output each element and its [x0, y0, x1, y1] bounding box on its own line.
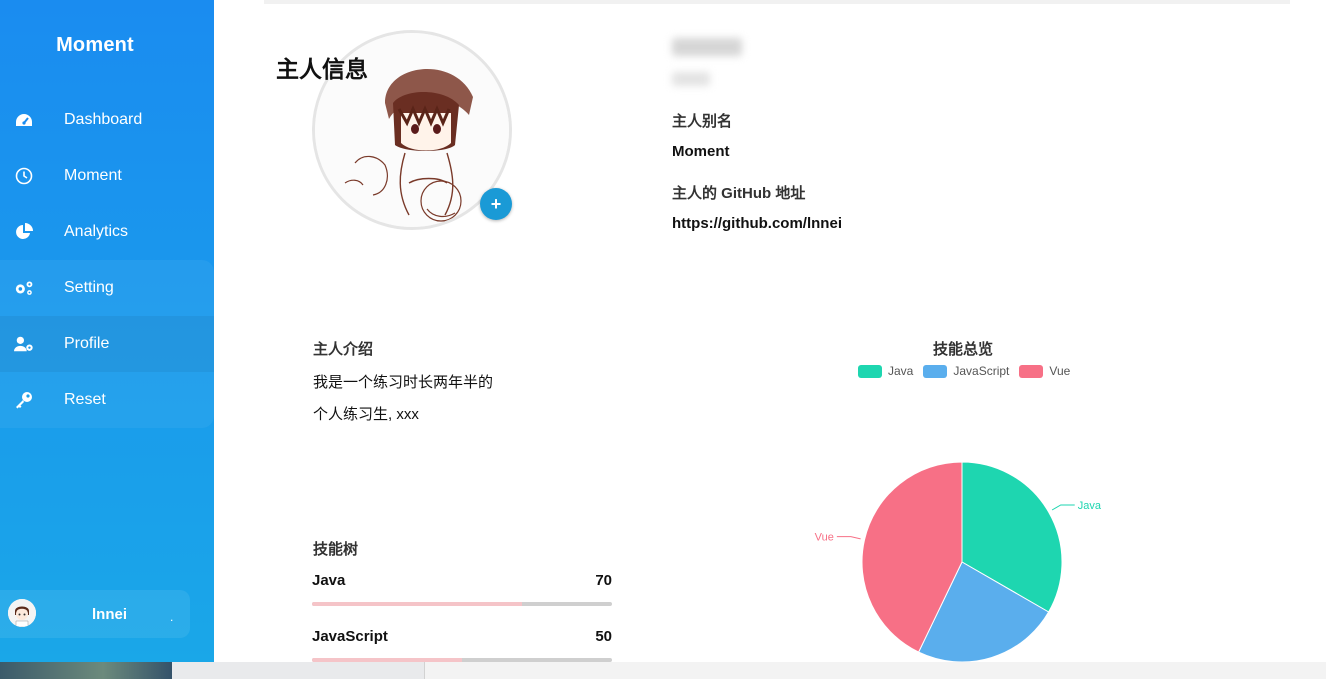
- intro-line: 我是一个练习时长两年半的: [313, 374, 494, 391]
- user-menu[interactable]: lnnei .: [0, 590, 190, 638]
- legend-label: Java: [888, 364, 914, 378]
- avatar: [8, 599, 36, 627]
- intro-line: 个人练习生, xxx: [313, 406, 419, 423]
- clock-icon: [14, 166, 34, 186]
- legend-swatch: [923, 364, 948, 378]
- pie-chart-icon: [14, 222, 34, 242]
- page-title: 主人信息: [276, 56, 368, 82]
- legend-label: Vue: [1049, 364, 1071, 378]
- pie-label: Vue: [815, 532, 834, 544]
- sidebar-item-label: Moment: [64, 167, 122, 184]
- sidebar-item-setting[interactable]: Setting: [0, 260, 214, 316]
- github-link[interactable]: https://github.com/lnnei: [672, 215, 842, 232]
- sidebar-item-label: Setting: [64, 279, 114, 296]
- skill-value: 50: [595, 628, 612, 645]
- alias-label: 主人别名: [672, 113, 733, 130]
- legend-swatch: [1019, 364, 1044, 378]
- sidebar-item-label: Analytics: [64, 223, 129, 240]
- sidebar-item-label: Reset: [64, 391, 106, 408]
- dashboard-gauge-icon: [14, 110, 34, 130]
- pie-label: Java: [1078, 500, 1102, 512]
- window-strip: [424, 662, 1326, 679]
- blurred-subtitle: [672, 72, 710, 86]
- pie-label-line: [836, 536, 861, 540]
- pie-chart: Java Vue: [815, 461, 1102, 662]
- gears-icon: [14, 278, 34, 298]
- skill-progress-track: [312, 602, 612, 606]
- skill-name: Java: [312, 572, 346, 589]
- intro-title: 主人介绍: [313, 341, 374, 358]
- chart-legend: Java JavaScript Vue: [858, 364, 1070, 378]
- thumbnail-image: [0, 662, 172, 679]
- header-divider: [264, 0, 1290, 4]
- skill-name: JavaScript: [312, 628, 388, 645]
- sidebar-item-label: Dashboard: [64, 111, 143, 128]
- bottom-strip: [0, 662, 1326, 679]
- skill-progress-fill: [312, 602, 522, 606]
- avatar-upload-button[interactable]: +: [480, 188, 512, 220]
- sidebar-item-label: Profile: [64, 335, 110, 352]
- sidebar-item-profile[interactable]: Profile: [0, 316, 214, 372]
- chart-title: 技能总览: [932, 341, 993, 358]
- user-gear-icon: [14, 334, 34, 354]
- brand-logo[interactable]: Moment: [0, 34, 190, 57]
- sidebar-item-reset[interactable]: Reset: [0, 372, 214, 428]
- blurred-name: [672, 38, 742, 56]
- legend-item[interactable]: JavaScript: [923, 364, 1009, 378]
- key-icon: [14, 390, 34, 410]
- github-label: 主人的 GitHub 地址: [672, 185, 806, 202]
- alias-value: Moment: [672, 143, 730, 160]
- user-menu-caret: .: [170, 610, 174, 624]
- legend-item[interactable]: Java: [858, 364, 913, 378]
- skill-value: 70: [595, 572, 612, 589]
- sidebar-group: Setting Profile Reset: [0, 260, 214, 428]
- legend-swatch: [858, 364, 882, 378]
- sidebar-item-analytics[interactable]: Analytics: [0, 204, 214, 260]
- user-name: lnnei: [92, 605, 128, 623]
- legend-item[interactable]: Vue: [1019, 364, 1070, 378]
- legend-label: JavaScript: [953, 364, 1010, 378]
- pie-label-line: [1051, 504, 1075, 511]
- sidebar-nav: Dashboard Moment Analytics Setting Profi…: [0, 92, 214, 428]
- sidebar-item-dashboard[interactable]: Dashboard: [0, 92, 214, 148]
- sidebar-item-moment[interactable]: Moment: [0, 148, 214, 204]
- sidebar: Moment Dashboard Moment Analytics Settin…: [0, 0, 214, 662]
- skills-title: 技能树: [313, 541, 359, 558]
